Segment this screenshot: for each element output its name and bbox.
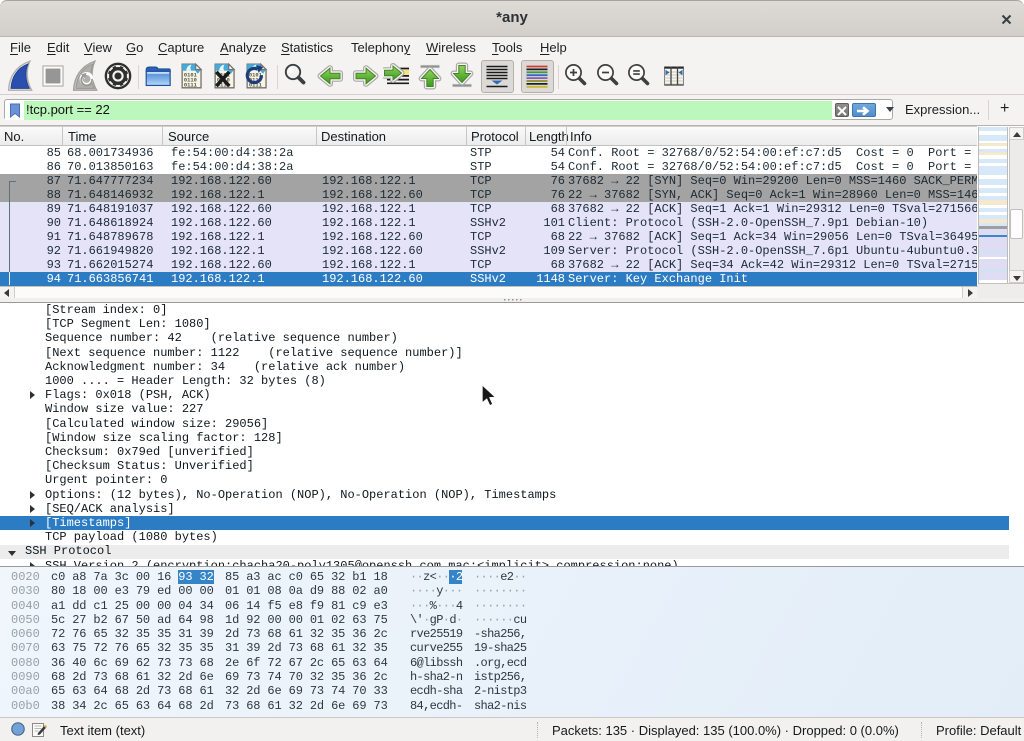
svg-text:0111: 0111 (184, 82, 198, 89)
